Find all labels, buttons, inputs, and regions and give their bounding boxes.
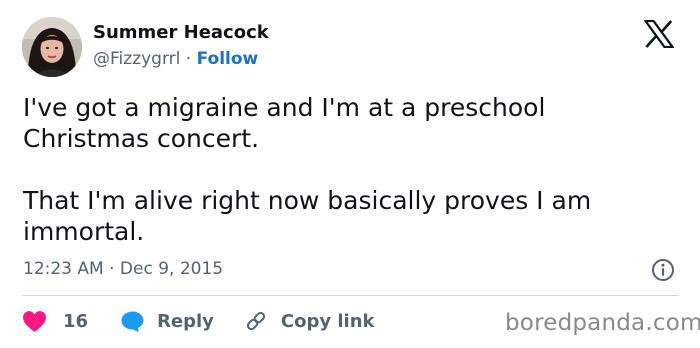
copy-link-label: Copy link [280, 310, 375, 332]
tweet-paragraph: That I'm alive right now basically prove… [23, 186, 592, 246]
avatar[interactable] [22, 17, 82, 77]
info-icon[interactable] [651, 258, 675, 282]
like-button[interactable]: 16 [22, 310, 88, 333]
x-logo-icon[interactable] [643, 19, 675, 49]
like-count: 16 [63, 310, 89, 332]
tweet-timestamp[interactable]: 12:23 AM · Dec 9, 2015 [23, 259, 223, 279]
copy-link-button[interactable]: Copy link [244, 309, 375, 333]
tweet-actions: 16 Reply Copy link [22, 306, 375, 336]
link-icon [246, 311, 266, 331]
tweet-paragraph: I've got a migraine and I'm at a prescho… [23, 93, 546, 153]
reply-bubble-icon [121, 311, 144, 332]
heart-icon [23, 310, 46, 332]
follow-button[interactable]: Follow [197, 49, 259, 69]
author-handle-row: @Fizzygrrl · Follow [93, 49, 258, 69]
author-display-name[interactable]: Summer Heacock [93, 22, 269, 43]
divider [22, 295, 679, 296]
tweet-text: I've got a migraine and I'm at a prescho… [23, 92, 673, 247]
handle-separator: · [185, 49, 192, 69]
tweet-card: Summer Heacock @Fizzygrrl · Follow I've … [0, 0, 700, 348]
author-handle[interactable]: @Fizzygrrl [93, 49, 180, 69]
reply-button[interactable]: Reply [120, 310, 214, 333]
reply-label: Reply [157, 310, 214, 332]
watermark: boredpanda.com [505, 310, 700, 336]
